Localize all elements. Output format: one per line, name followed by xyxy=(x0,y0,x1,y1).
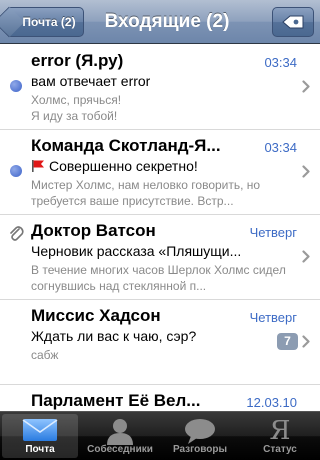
message-list: error (Я.ру) 03:34 вам отвечает error Холмс… xyxy=(0,45,320,435)
message-subject-text: Ждать ли вас к чаю, сэр? xyxy=(31,328,197,344)
message-sender: Парламент Её Вел... xyxy=(31,391,201,410)
tab-bar: Почта Собеседники Разговоры Я Статус xyxy=(0,411,320,460)
message-subject-text: вам отвечает error xyxy=(31,73,151,89)
message-row[interactable]: Доктор Ватсон Четверг Черновик рассказа «П… xyxy=(0,215,320,300)
message-preview: сабж xyxy=(31,348,59,362)
page-title: Входящие (2) xyxy=(104,11,230,32)
message-sender: error (Я.ру) xyxy=(31,51,124,70)
message-date: 03:34 xyxy=(264,140,297,155)
message-preview: В течение многих часов Шерлок Холмс сиде… xyxy=(31,263,286,293)
envelope-icon xyxy=(22,417,58,448)
message-date: Четверг xyxy=(249,225,297,240)
flag-icon xyxy=(32,160,44,172)
message-sender: Миссис Хадсон xyxy=(31,306,161,325)
message-row[interactable]: error (Я.ру) 03:34 вам отвечает error Холмс… xyxy=(0,45,320,130)
tab-conversations[interactable]: Разговоры xyxy=(162,414,238,458)
message-row[interactable]: Команда Скотланд-Я... 03:34 Совершенно се… xyxy=(0,130,320,215)
chevron-right-icon xyxy=(302,165,310,178)
tab-contacts[interactable]: Собеседники xyxy=(82,414,158,458)
unread-dot-icon xyxy=(10,165,22,177)
back-button-label: Почта (2) xyxy=(22,15,76,29)
chevron-right-icon xyxy=(302,80,310,93)
message-row[interactable]: Миссис Хадсон Четверг Ждать ли вас к чаю, … xyxy=(0,300,320,385)
message-date: 03:34 xyxy=(264,55,297,70)
tab-status[interactable]: Я Статус xyxy=(242,414,318,458)
navigation-bar: Почта (2) Входящие (2) xyxy=(0,0,320,44)
chevron-right-icon xyxy=(302,250,310,263)
message-sender: Команда Скотланд-Я... xyxy=(31,136,221,155)
paperclip-icon xyxy=(10,226,24,241)
message-subject-text: Совершенно секретно! xyxy=(49,158,198,174)
message-preview: Холмс, прячься! Я иду за тобой! xyxy=(31,93,122,123)
person-icon xyxy=(105,417,135,450)
message-date: Четверг xyxy=(249,310,297,325)
tab-mail[interactable]: Почта xyxy=(2,414,78,458)
message-sender: Доктор Ватсон xyxy=(31,221,156,240)
chevron-right-icon xyxy=(302,335,310,348)
message-date: 12.03.10 xyxy=(246,395,297,410)
message-subject: Черновик рассказа «Пляшущи... xyxy=(31,243,281,259)
unread-dot-icon xyxy=(10,80,22,92)
compose-button[interactable] xyxy=(272,7,314,37)
message-subject-text: Черновик рассказа «Пляшущи... xyxy=(31,243,242,259)
ya-logo-text: Я xyxy=(269,416,291,446)
thread-count-badge: 7 xyxy=(277,333,298,350)
message-preview: Мистер Холмс, нам неловко говорить, но т… xyxy=(31,178,261,208)
ya-logo-icon: Я xyxy=(270,417,291,445)
message-subject: вам отвечает error xyxy=(31,73,281,89)
mailboxes-back-button[interactable]: Почта (2) xyxy=(6,7,84,37)
message-subject: Совершенно секретно! xyxy=(31,158,281,174)
compose-arrow-icon xyxy=(282,15,304,29)
message-subject: Ждать ли вас к чаю, сэр? xyxy=(31,328,281,344)
speech-bubble-icon xyxy=(183,417,217,450)
